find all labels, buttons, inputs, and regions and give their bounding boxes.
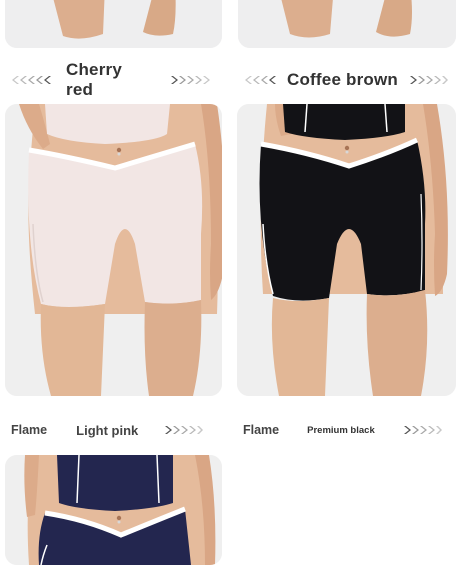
series-prefix-label: Flame: [243, 423, 280, 437]
series-prefix-label: Flame: [11, 423, 48, 437]
product-card-light-pink[interactable]: [5, 104, 222, 396]
color-label-row: Flame Light pink: [11, 418, 216, 442]
double-chevron-left-icon: [244, 75, 278, 85]
double-chevron-left-icon: [11, 75, 51, 85]
product-card-navy[interactable]: [5, 455, 222, 565]
double-chevron-right-icon: [165, 425, 204, 435]
color-name-label: Light pink: [76, 422, 139, 438]
double-chevron-right-icon: [403, 425, 442, 435]
product-photo-light-pink-shorts: [5, 104, 222, 396]
product-card-top-left[interactable]: [5, 0, 222, 48]
product-card-black[interactable]: [237, 104, 456, 396]
product-photo-legs: [5, 0, 222, 48]
color-name-label: Coffee brown: [287, 70, 399, 89]
color-label-row: Cherry red: [11, 60, 211, 99]
product-photo-navy-shorts: [5, 455, 222, 565]
color-label-row: Coffee brown: [244, 68, 454, 92]
color-name-label: Premium black: [307, 424, 375, 436]
double-chevron-right-icon: [410, 75, 449, 85]
product-photo-black-shorts: [237, 104, 456, 396]
double-chevron-right-icon: [171, 75, 211, 85]
product-photo-legs: [238, 0, 456, 48]
color-label-row: Flame Premium black: [243, 418, 455, 442]
product-card-top-right[interactable]: [238, 0, 456, 48]
color-name-label: Cherry red: [66, 60, 123, 99]
